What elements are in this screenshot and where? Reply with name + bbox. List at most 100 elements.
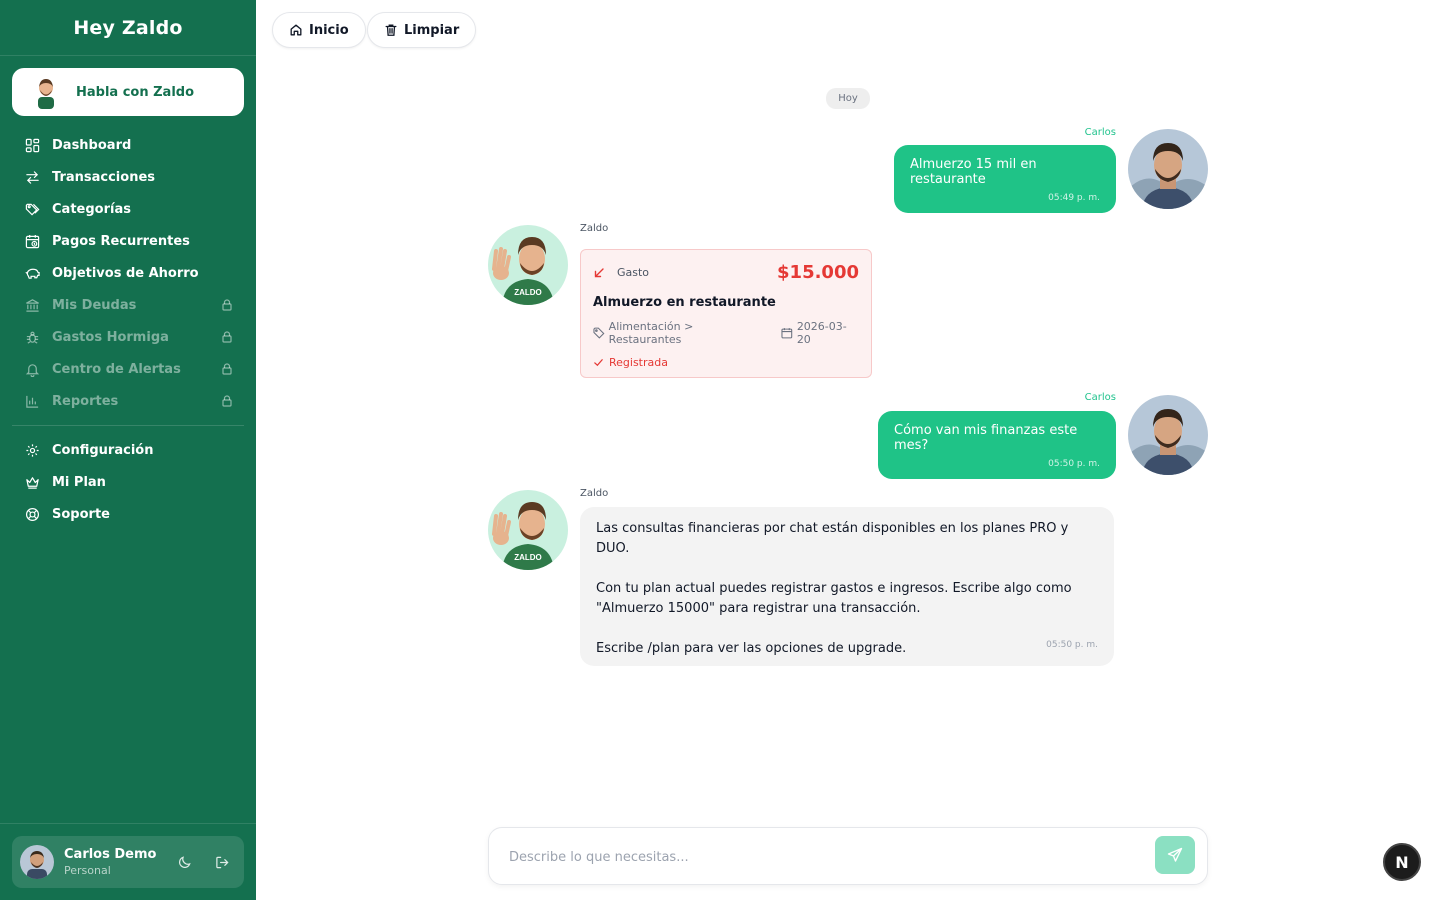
sidebar-item-categorias[interactable]: Categorías <box>12 193 244 225</box>
home-icon <box>290 24 302 36</box>
grid-icon <box>24 137 40 153</box>
message-sender: Carlos <box>1084 392 1116 403</box>
sidebar-item-label: Mi Plan <box>52 474 106 490</box>
user-avatar <box>1128 129 1208 209</box>
lock-icon <box>222 299 232 311</box>
transaction-amount: $15.000 <box>777 262 859 283</box>
transaction-header: Gasto $15.000 <box>593 262 859 283</box>
sidebar-item-label: Mis Deudas <box>52 297 137 313</box>
zaldo-avatar: ZALDO <box>488 490 568 570</box>
sidebar-item-dashboard[interactable]: Dashboard <box>12 129 244 161</box>
sidebar-item-objetivos-ahorro[interactable]: Objetivos de Ahorro <box>12 257 244 289</box>
talk-to-zaldo-button[interactable]: Habla con Zaldo <box>12 68 244 116</box>
sidebar-item-soporte[interactable]: Soporte <box>12 498 244 530</box>
lock-icon <box>222 363 232 375</box>
sidebar-item-mi-plan[interactable]: Mi Plan <box>12 466 244 498</box>
transaction-description: Almuerzo en restaurante <box>593 295 776 310</box>
message-text: Almuerzo 15 mil en restaurante <box>910 157 1037 187</box>
sidebar-item-label: Transacciones <box>52 169 155 185</box>
calendar-clock-icon <box>24 233 40 249</box>
transaction-meta: Alimentación > Restaurantes 2026-03-20 <box>593 320 859 346</box>
message-time: 05:49 p. m. <box>1048 193 1100 203</box>
transaction-kind-label: Gasto <box>617 266 650 279</box>
day-separator: Hoy <box>826 88 870 109</box>
transaction-status: Registrada <box>593 356 859 369</box>
zaldo-avatar-icon <box>38 79 54 109</box>
sidebar-item-label: Categorías <box>52 201 131 217</box>
sidebar-item-label: Dashboard <box>52 137 132 153</box>
logout-icon <box>215 856 229 868</box>
sidebar-item-centro-alertas[interactable]: Centro de Alertas <box>12 353 244 385</box>
zaldo-avatar: ZALDO <box>488 225 568 305</box>
sidebar-item-label: Gastos Hormiga <box>52 329 169 345</box>
calendar-icon <box>781 328 793 339</box>
clear-button[interactable]: Limpiar <box>367 12 477 48</box>
sidebar-item-label: Soporte <box>52 506 110 522</box>
user-card: Carlos Demo Personal <box>12 836 244 888</box>
user-avatar <box>1128 395 1208 475</box>
transaction-kind: Gasto <box>593 266 649 279</box>
transaction-status-label: Registrada <box>609 356 668 369</box>
bell-icon <box>24 361 40 377</box>
dev-tools-badge[interactable]: N <box>1383 843 1421 881</box>
talk-to-zaldo-label: Habla con Zaldo <box>76 84 195 100</box>
bug-icon <box>24 329 40 345</box>
bot-message-bubble: Las consultas financieras por chat están… <box>580 507 1114 666</box>
sidebar-item-label: Pagos Recurrentes <box>52 233 190 249</box>
sidebar: Hey Zaldo Habla con Zaldo Dashboard Tran… <box>0 0 256 900</box>
piggy-bank-icon <box>24 265 40 281</box>
brand-title: Hey Zaldo <box>0 0 256 56</box>
bank-icon <box>24 297 40 313</box>
sidebar-item-gastos-hormiga[interactable]: Gastos Hormiga <box>12 321 244 353</box>
sidebar-item-configuracion[interactable]: Configuración <box>12 434 244 466</box>
message-paragraph: Las consultas financieras por chat están… <box>596 521 1069 556</box>
transaction-card: Gasto $15.000 Almuerzo en restaurante Al… <box>580 249 872 378</box>
message-text: Cómo van mis finanzas este mes? <box>894 423 1078 453</box>
transaction-date: 2026-03-20 <box>796 320 847 346</box>
lifebuoy-icon <box>24 506 40 522</box>
moon-icon <box>178 855 191 868</box>
user-avatar <box>20 845 54 879</box>
sidebar-item-pagos-recurrentes[interactable]: Pagos Recurrentes <box>12 225 244 257</box>
message-time: 05:50 p. m. <box>1046 640 1098 650</box>
sidebar-item-mis-deudas[interactable]: Mis Deudas <box>12 289 244 321</box>
arrows-exchange-icon <box>24 169 40 185</box>
sidebar-item-transacciones[interactable]: Transacciones <box>12 161 244 193</box>
clear-button-label: Limpiar <box>404 22 460 38</box>
sidebar-item-label: Reportes <box>52 393 119 409</box>
crown-icon <box>24 474 40 490</box>
message-composer <box>488 827 1208 885</box>
user-info: Carlos Demo Personal <box>64 847 156 877</box>
svg-text:ZALDO: ZALDO <box>514 553 542 562</box>
trash-icon <box>385 24 397 36</box>
message-sender: Carlos <box>1084 127 1116 138</box>
user-name: Carlos Demo <box>64 847 157 862</box>
sidebar-item-label: Objetivos de Ahorro <box>52 265 199 281</box>
message-paragraph: Con tu plan actual puedes registrar gast… <box>596 581 1072 616</box>
user-plan: Personal <box>64 864 111 877</box>
send-icon <box>1167 847 1183 862</box>
transaction-category: Alimentación > Restaurantes <box>608 320 694 346</box>
check-icon <box>594 359 603 367</box>
home-button-label: Inicio <box>309 22 349 38</box>
home-button[interactable]: Inicio <box>272 12 366 48</box>
sidebar-nav: Dashboard Transacciones Categorías Pagos… <box>12 129 244 530</box>
sidebar-item-label: Configuración <box>52 442 154 458</box>
message-sender: Zaldo <box>580 488 609 499</box>
user-message-bubble: Cómo van mis finanzas este mes? 05:50 p.… <box>878 411 1116 479</box>
logout-button[interactable] <box>212 852 232 872</box>
send-button[interactable] <box>1155 836 1195 874</box>
theme-toggle-button[interactable] <box>174 852 194 872</box>
sidebar-item-reportes[interactable]: Reportes <box>12 385 244 417</box>
tags-icon <box>24 201 40 217</box>
user-message-bubble: Almuerzo 15 mil en restaurante 05:49 p. … <box>894 145 1116 213</box>
sidebar-footer-divider <box>0 823 256 824</box>
bar-chart-icon <box>24 393 40 409</box>
message-paragraph: Escribe /plan para ver las opciones de u… <box>596 641 907 656</box>
svg-text:ZALDO: ZALDO <box>514 288 542 297</box>
arrow-down-left-icon <box>594 267 604 277</box>
sidebar-divider <box>12 425 244 426</box>
message-input[interactable] <box>509 846 1129 868</box>
lock-icon <box>222 331 232 343</box>
message-time: 05:50 p. m. <box>1048 459 1100 469</box>
